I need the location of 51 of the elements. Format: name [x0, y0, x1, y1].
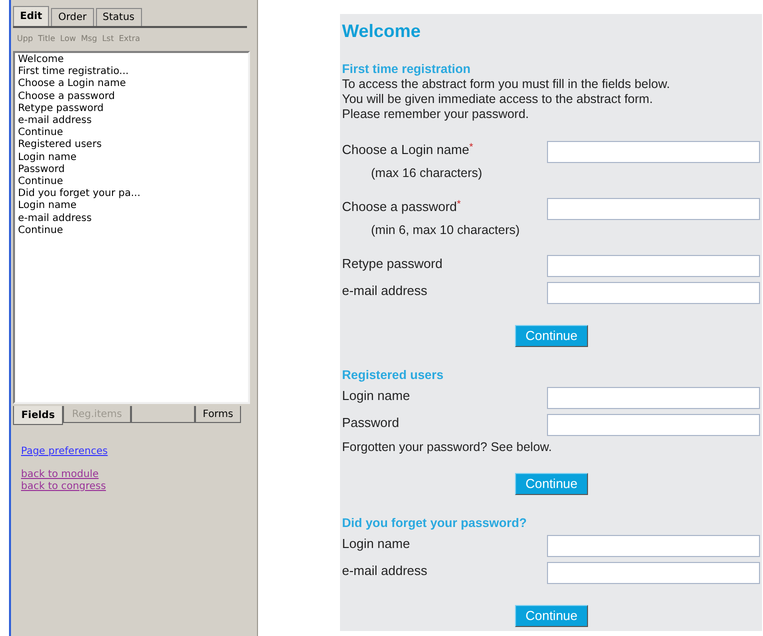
text-field[interactable]	[547, 535, 760, 557]
text-field[interactable]	[547, 562, 760, 584]
list-item[interactable]: Password	[18, 164, 65, 176]
intro-text: To access the abstract form you must fill in the fields below.	[342, 77, 670, 92]
page-title: Welcome	[342, 20, 422, 43]
list-item[interactable]: e-mail address	[18, 115, 92, 128]
section-heading: Registered users	[342, 367, 444, 383]
text-field[interactable]	[547, 198, 760, 220]
tab[interactable]: Edit	[13, 6, 50, 26]
list-item[interactable]: Login name	[18, 152, 77, 164]
list-item[interactable]: Registered users	[18, 139, 102, 152]
note-text: Forgotten your password? See below.	[342, 439, 552, 455]
field-hint: (min 6, max 10 characters)	[371, 222, 520, 238]
nav-link[interactable]: back to module	[21, 469, 99, 481]
list-item[interactable]: Did you forget your pa...	[18, 188, 140, 200]
text-field[interactable]	[547, 141, 760, 163]
field-label: e-mail address	[342, 563, 428, 579]
tab[interactable]: Fields	[13, 406, 63, 425]
field-label: Login name	[342, 536, 410, 552]
text-field[interactable]	[547, 282, 760, 304]
list-item[interactable]: Choose a password	[18, 90, 115, 103]
intro-text: You will be given immediate access to the abstract form.	[342, 92, 653, 107]
tab[interactable]: Status	[96, 8, 142, 26]
field-hint: (max 16 characters)	[371, 165, 482, 181]
list-item[interactable]: Welcome	[18, 54, 64, 66]
list-item[interactable]: Continue	[18, 176, 63, 188]
tab[interactable]: Forms	[195, 406, 241, 423]
list-item[interactable]: e-mail address	[18, 212, 92, 225]
list-item[interactable]: Continue	[18, 127, 63, 140]
tab[interactable]: Order	[51, 8, 94, 26]
text-field[interactable]	[547, 255, 760, 277]
list-item[interactable]: Login name	[18, 200, 77, 213]
list-item[interactable]: First time registratio...	[18, 66, 129, 78]
section-heading: First time registration	[342, 61, 470, 77]
required-asterisk: *	[456, 199, 461, 211]
field-label: Choose a password	[342, 199, 457, 215]
list-item[interactable]: Continue	[18, 224, 63, 238]
text-field[interactable]	[547, 414, 760, 436]
list-item[interactable]: Retype password	[18, 102, 104, 116]
nav-link[interactable]: Page preferences	[21, 446, 108, 458]
field-label: Login name	[342, 388, 410, 404]
field-label: Choose a Login name	[342, 142, 470, 158]
field-label: Retype password	[342, 256, 442, 272]
section-heading: Did you forget your password?	[342, 515, 527, 531]
nav-link[interactable]: back to congress	[21, 481, 106, 493]
required-asterisk: *	[469, 142, 474, 154]
list-item[interactable]: Choose a Login name	[18, 78, 126, 91]
text-field[interactable]	[547, 387, 760, 409]
field-label: e-mail address	[342, 283, 428, 299]
intro-text: Please remember your password.	[342, 107, 529, 122]
field-label: Password	[342, 415, 400, 431]
